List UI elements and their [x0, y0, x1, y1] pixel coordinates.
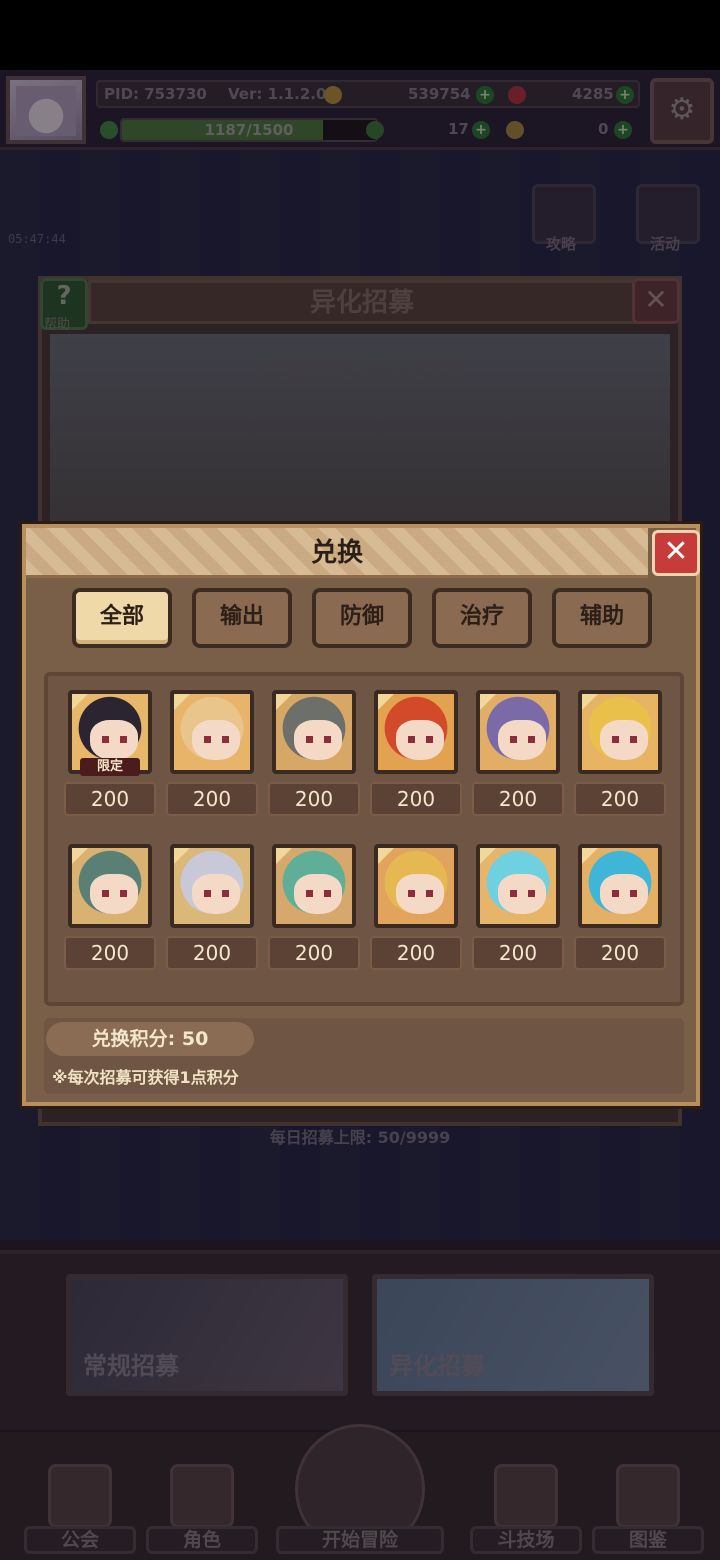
hero-eye [426, 736, 433, 743]
hero-portrait [170, 690, 254, 774]
hero-face [192, 874, 240, 914]
hero-eye [408, 890, 415, 897]
points-note: ※每次招募可获得1点积分 [52, 1068, 239, 1087]
hero-face [396, 874, 444, 914]
exchange-modal-title: 兑换 [310, 538, 363, 568]
hero-price: 200 [370, 936, 462, 970]
role-corner-icon [72, 694, 88, 710]
hero-eye [630, 890, 637, 897]
hero-eye [408, 736, 415, 743]
role-corner-icon [174, 848, 190, 864]
hero-exchange-item[interactable]: 200 [472, 844, 564, 972]
hero-exchange-item[interactable]: 200 [574, 690, 666, 818]
hero-eye [102, 736, 109, 743]
tab-healing[interactable]: 治疗 [432, 588, 532, 648]
role-corner-icon [378, 694, 394, 710]
hero-exchange-item[interactable]: 200 [574, 844, 666, 972]
hero-portrait [170, 844, 254, 928]
hero-portrait [476, 690, 560, 774]
hero-exchange-item[interactable]: 200 [370, 844, 462, 972]
hero-price: 200 [472, 782, 564, 816]
hero-eye [426, 890, 433, 897]
hero-exchange-item[interactable]: 200 [166, 690, 258, 818]
hero-eye [204, 890, 211, 897]
hero-price: 200 [268, 782, 360, 816]
hero-face [600, 720, 648, 760]
hero-eye [102, 890, 109, 897]
hero-portrait [68, 844, 152, 928]
hero-eye [324, 890, 331, 897]
exchange-points: 兑换积分: 50 [46, 1022, 254, 1056]
hero-price: 200 [64, 782, 156, 816]
points-panel: 兑换积分: 50 ※每次招募可获得1点积分 [44, 1018, 684, 1094]
hero-face [498, 874, 546, 914]
hero-face [396, 720, 444, 760]
role-corner-icon [174, 694, 190, 710]
hero-eye [510, 890, 517, 897]
hero-face [90, 720, 138, 760]
exchange-close-button[interactable]: ✕ [652, 530, 700, 576]
hero-exchange-item[interactable]: 200 [64, 844, 156, 972]
close-icon: ✕ [663, 534, 689, 569]
hero-portrait [374, 690, 458, 774]
hero-portrait [374, 844, 458, 928]
hero-exchange-grid: 限定 200 200 200 200 200 200 200 200 200 200 200 200 [44, 672, 684, 1006]
tab-defense[interactable]: 防御 [312, 588, 412, 648]
hero-price: 200 [268, 936, 360, 970]
hero-exchange-item[interactable]: 200 [268, 690, 360, 818]
role-corner-icon [582, 848, 598, 864]
hero-exchange-item[interactable]: 200 [166, 844, 258, 972]
hero-price: 200 [370, 782, 462, 816]
tab-all[interactable]: 全部 [72, 588, 172, 648]
role-corner-icon [276, 694, 292, 710]
hero-eye [204, 736, 211, 743]
hero-eye [612, 736, 619, 743]
hero-eye [120, 736, 127, 743]
hero-portrait [272, 690, 356, 774]
hero-exchange-item[interactable]: 限定 200 [64, 690, 156, 818]
hero-portrait [578, 844, 662, 928]
tab-damage[interactable]: 输出 [192, 588, 292, 648]
hero-exchange-item[interactable]: 200 [268, 844, 360, 972]
hero-face [90, 874, 138, 914]
status-bar-area [0, 0, 720, 70]
hero-face [294, 874, 342, 914]
role-corner-icon [480, 848, 496, 864]
hero-exchange-item[interactable]: 200 [370, 690, 462, 818]
role-corner-icon [378, 848, 394, 864]
hero-portrait [272, 844, 356, 928]
hero-price: 200 [472, 936, 564, 970]
hero-eye [612, 890, 619, 897]
limited-badge: 限定 [80, 758, 140, 776]
hero-eye [510, 736, 517, 743]
exchange-modal-header: 兑换 [26, 528, 648, 578]
hero-price: 200 [64, 936, 156, 970]
hero-eye [324, 736, 331, 743]
hero-eye [528, 736, 535, 743]
exchange-modal: 兑换 ✕ 全部 输出 防御 治疗 辅助 限定 200 200 200 200 200 200… [22, 524, 700, 1106]
hero-price: 200 [574, 782, 666, 816]
tab-support[interactable]: 辅助 [552, 588, 652, 648]
hero-price: 200 [166, 782, 258, 816]
hero-exchange-item[interactable]: 200 [472, 690, 564, 818]
role-corner-icon [276, 848, 292, 864]
hero-eye [630, 736, 637, 743]
hero-eye [120, 890, 127, 897]
hero-face [192, 720, 240, 760]
role-corner-icon [72, 848, 88, 864]
hero-face [294, 720, 342, 760]
hero-eye [222, 890, 229, 897]
role-corner-icon [480, 694, 496, 710]
role-corner-icon [582, 694, 598, 710]
hero-portrait [578, 690, 662, 774]
hero-eye [306, 890, 313, 897]
hero-portrait [476, 844, 560, 928]
hero-price: 200 [166, 936, 258, 970]
hero-eye [306, 736, 313, 743]
hero-face [498, 720, 546, 760]
hero-eye [528, 890, 535, 897]
hero-face [600, 874, 648, 914]
hero-price: 200 [574, 936, 666, 970]
hero-eye [222, 736, 229, 743]
